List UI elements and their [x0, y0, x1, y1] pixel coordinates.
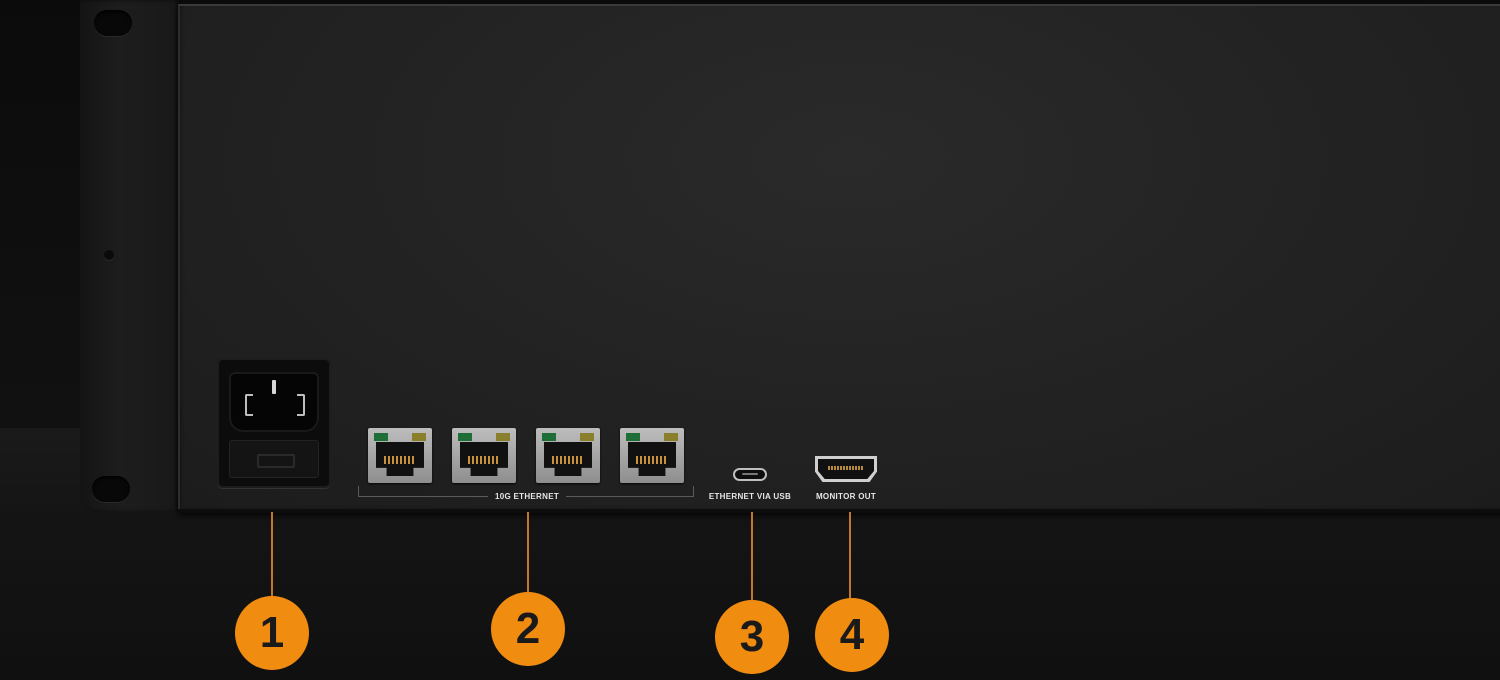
- monitor-label: MONITOR OUT: [815, 492, 877, 501]
- power-pin-right: [297, 394, 305, 416]
- ethernet-bracket-left-tick: [358, 486, 359, 496]
- rj45-pins: [636, 456, 668, 464]
- callout-leader-4: [849, 512, 851, 600]
- activity-led: [664, 433, 678, 441]
- callout-badge-4: 4: [815, 598, 889, 672]
- link-led: [458, 433, 472, 441]
- ethernet-port-3[interactable]: [536, 428, 600, 483]
- callout-leader-1: [271, 512, 273, 600]
- usb-label: ETHERNET VIA USB: [708, 492, 792, 501]
- rack-ear: [80, 0, 180, 512]
- ethernet-bracket-right-tick: [693, 486, 694, 496]
- ethernet-bracket-right: [566, 496, 694, 497]
- rack-mount-hole-top: [94, 10, 132, 36]
- ethernet-port-2[interactable]: [452, 428, 516, 483]
- rack-mount-hole-bottom: [92, 476, 130, 502]
- activity-led: [580, 433, 594, 441]
- ethernet-label: 10G ETHERNET: [494, 492, 560, 501]
- fuse-holder: [229, 440, 319, 478]
- rack-screw: [104, 250, 114, 260]
- link-led: [626, 433, 640, 441]
- panel-bottom-edge: [178, 509, 1500, 513]
- callout-leader-3: [751, 512, 753, 600]
- link-led: [374, 433, 388, 441]
- callout-badge-2: 2: [491, 592, 565, 666]
- hdmi-port-opening: [818, 459, 874, 479]
- link-led: [542, 433, 556, 441]
- activity-led: [412, 433, 426, 441]
- callout-leader-2: [527, 512, 529, 600]
- ethernet-bracket-left: [358, 496, 488, 497]
- rj45-pins: [384, 456, 416, 464]
- callout-badge-1: 1: [235, 596, 309, 670]
- power-pin-ground: [272, 380, 276, 394]
- ethernet-port-4[interactable]: [620, 428, 684, 483]
- activity-led: [496, 433, 510, 441]
- power-pin-left: [245, 394, 253, 416]
- callout-badge-3: 3: [715, 600, 789, 674]
- hdmi-port-icon[interactable]: [815, 456, 877, 482]
- rj45-pins: [552, 456, 584, 464]
- rj45-pins: [468, 456, 500, 464]
- iec-power-inlet-icon: [229, 372, 319, 432]
- ethernet-port-1[interactable]: [368, 428, 432, 483]
- fuse-slot: [257, 454, 295, 468]
- power-inlet[interactable]: [217, 358, 331, 488]
- usb-c-port-icon[interactable]: [733, 468, 767, 481]
